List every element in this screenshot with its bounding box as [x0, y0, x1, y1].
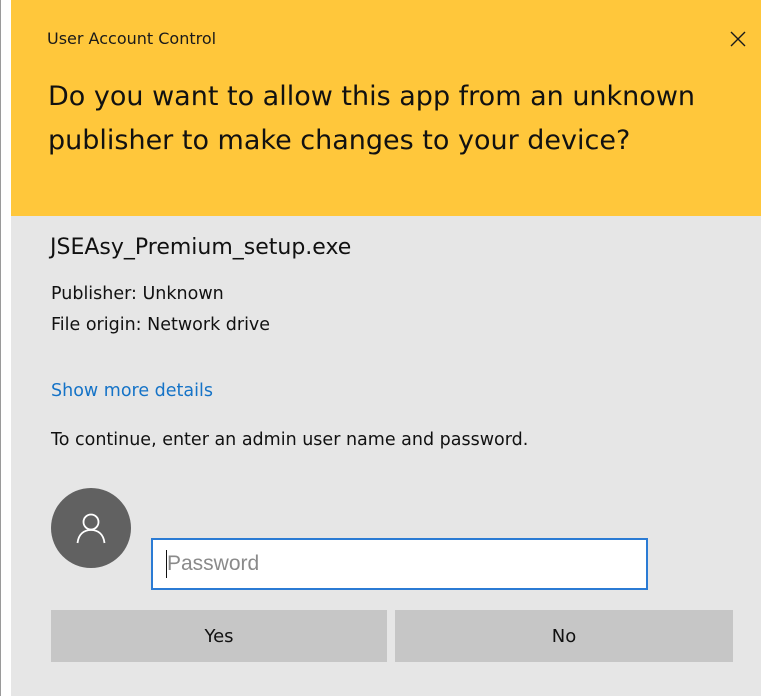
password-input[interactable] — [151, 538, 648, 590]
app-name: JSEAsy_Premium_setup.exe — [50, 235, 352, 260]
dialog-body: JSEAsy_Premium_setup.exe Publisher: Unkn… — [11, 216, 761, 696]
publisher-label: Publisher: Unknown — [51, 284, 224, 304]
user-icon — [76, 513, 106, 544]
no-button[interactable]: No — [395, 610, 733, 662]
show-more-details-link[interactable]: Show more details — [51, 379, 213, 403]
close-button[interactable] — [723, 24, 753, 54]
instructions-text: To continue, enter an admin user name an… — [51, 430, 529, 450]
dialog-title: User Account Control — [47, 29, 217, 48]
text-caret — [166, 550, 167, 578]
file-origin-label: File origin: Network drive — [51, 315, 271, 335]
avatar — [51, 488, 131, 568]
dialog-headline: Do you want to allow this app from an un… — [48, 81, 696, 156]
yes-button[interactable]: Yes — [51, 610, 387, 662]
dialog-header: User Account Control Do you want to allo… — [11, 0, 761, 216]
close-icon — [730, 31, 746, 47]
uac-dialog: User Account Control Do you want to allo… — [0, 0, 761, 696]
